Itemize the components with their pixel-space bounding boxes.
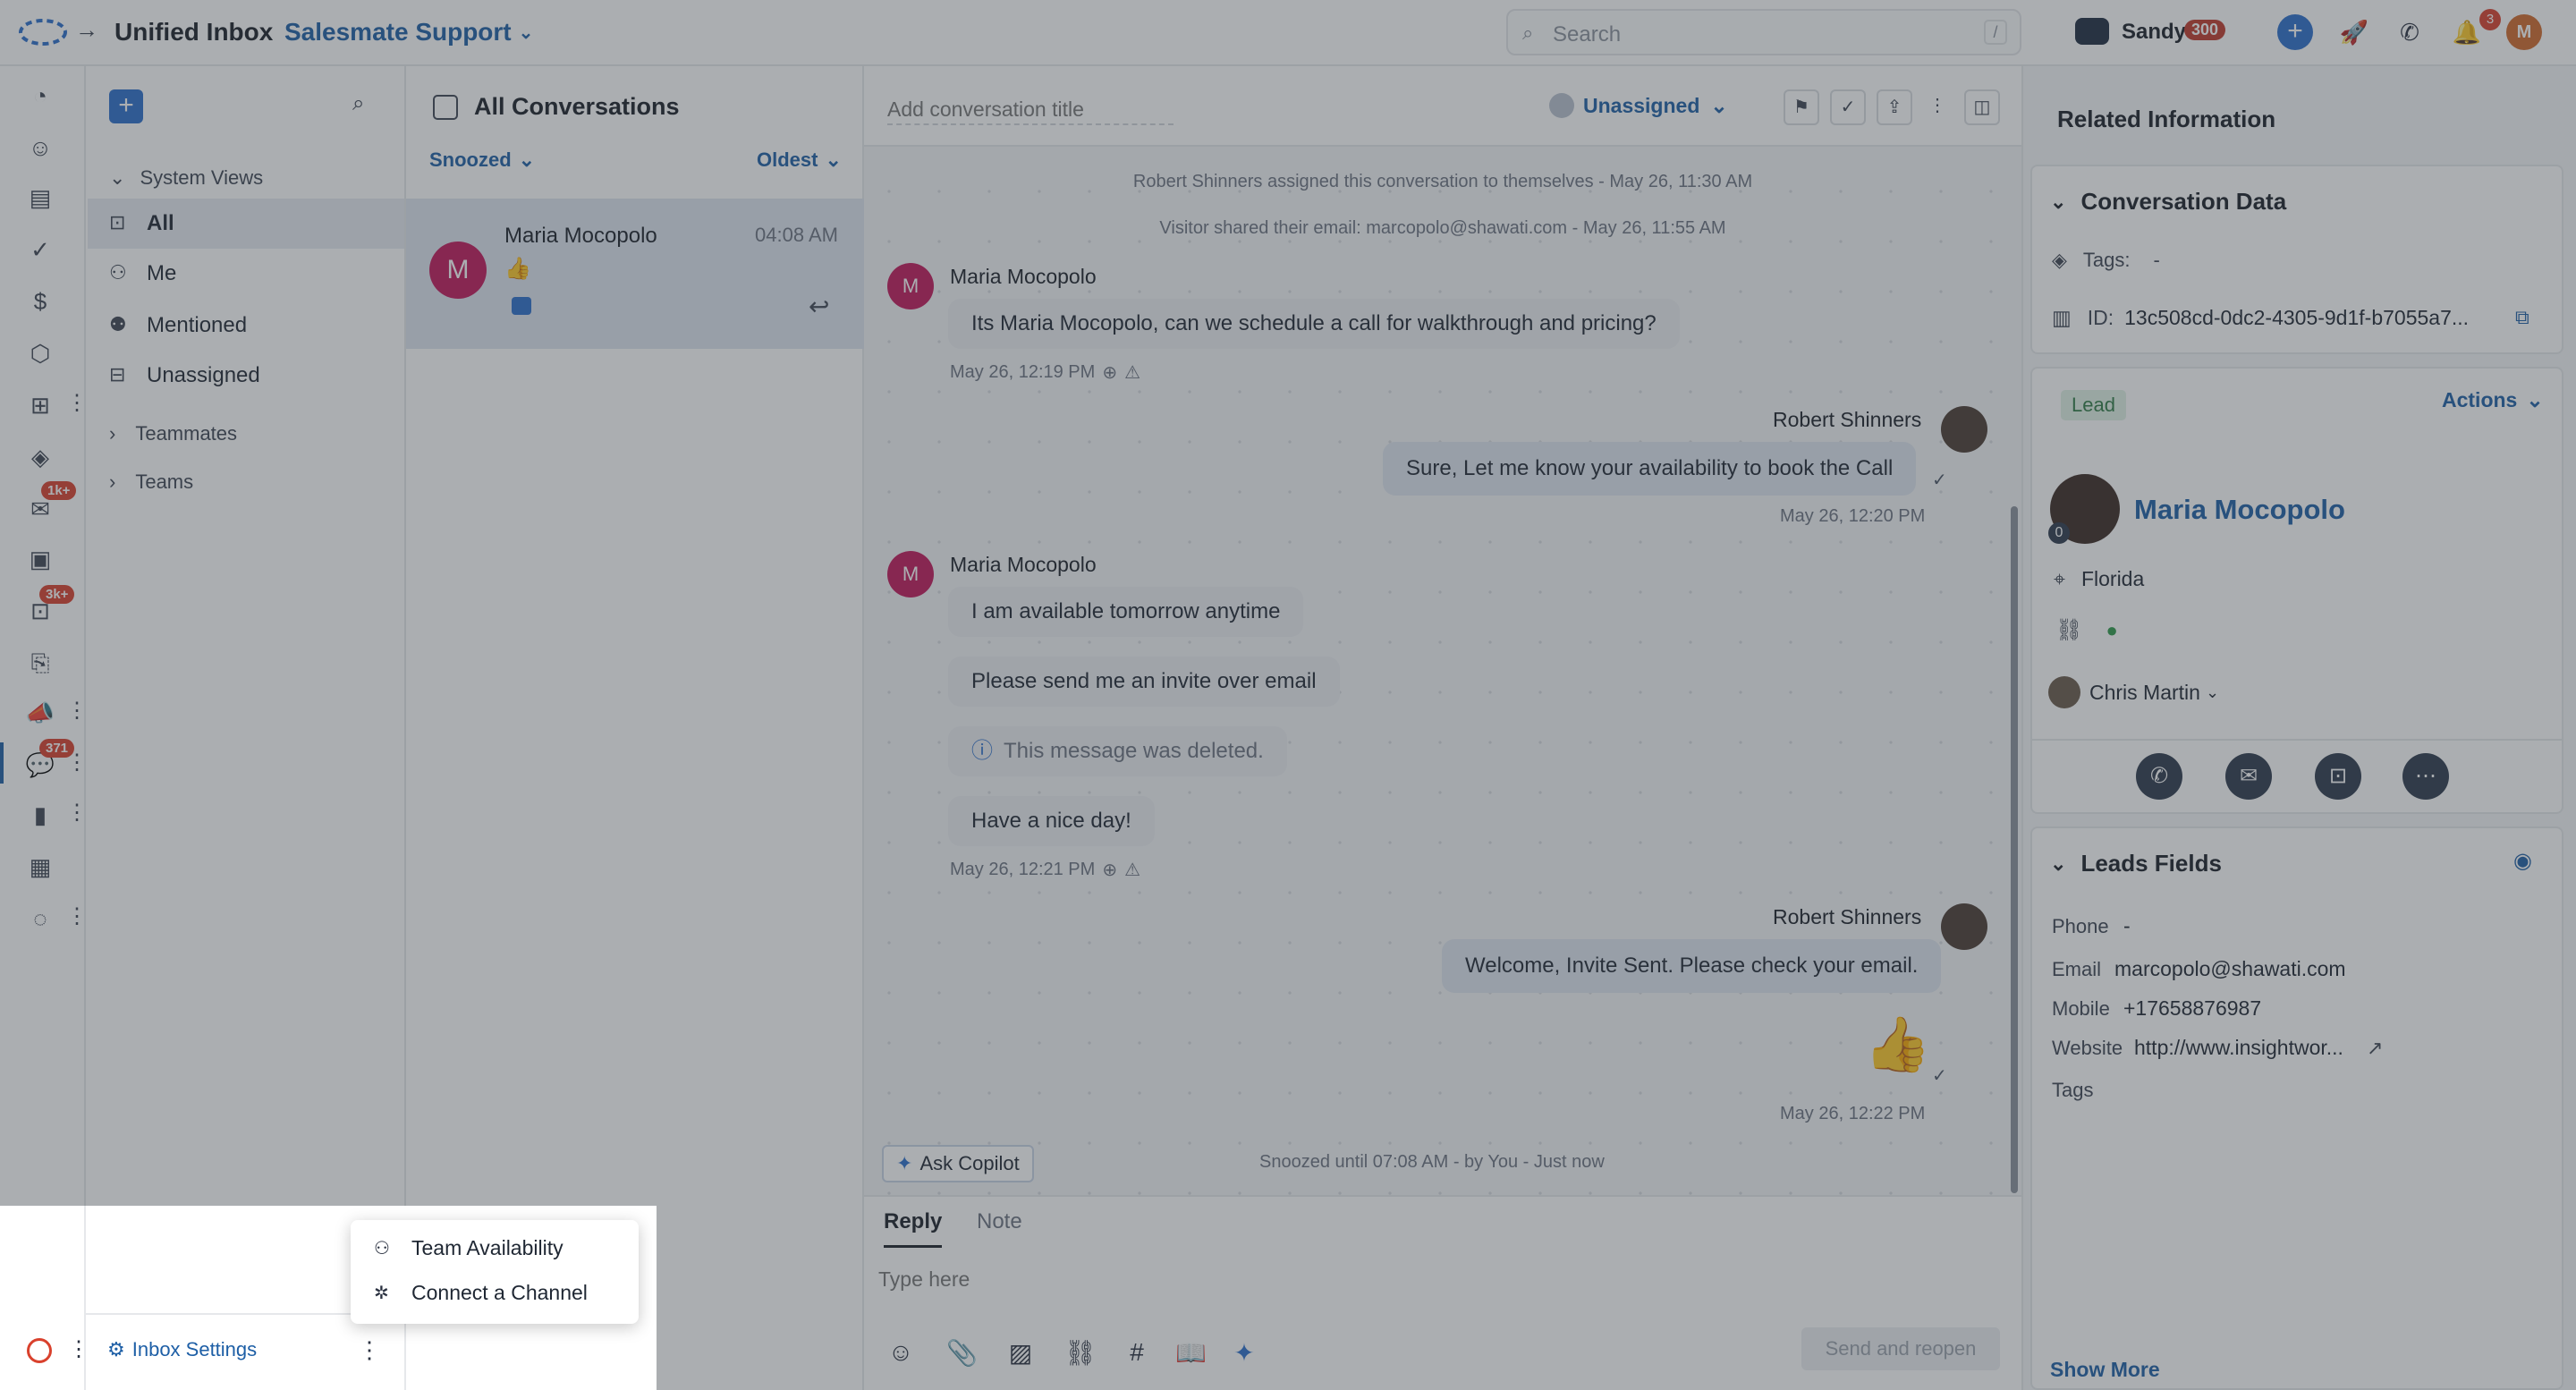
menu-item-connect-channel[interactable]: ✲ Connect a Channel [374,1281,588,1305]
help-icon[interactable] [27,1338,52,1363]
team-icon: ⚇ [374,1239,390,1259]
gear-icon: ⚙ [107,1338,125,1360]
modal-backdrop[interactable] [657,1206,2576,1390]
more-options-icon[interactable]: ⋮ [358,1336,381,1364]
inbox-settings-link[interactable]: ⚙ Inbox Settings [107,1338,257,1361]
menu-item-label: Connect a Channel [411,1281,588,1304]
context-menu: ⚇ Team Availability ✲ Connect a Channel [351,1220,639,1324]
inbox-settings-label: Inbox Settings [131,1338,258,1360]
menu-item-team-availability[interactable]: ⚇ Team Availability [374,1236,564,1260]
channel-icon: ✲ [374,1284,389,1303]
modal-backdrop[interactable] [0,0,2576,1206]
menu-item-label: Team Availability [411,1236,564,1259]
